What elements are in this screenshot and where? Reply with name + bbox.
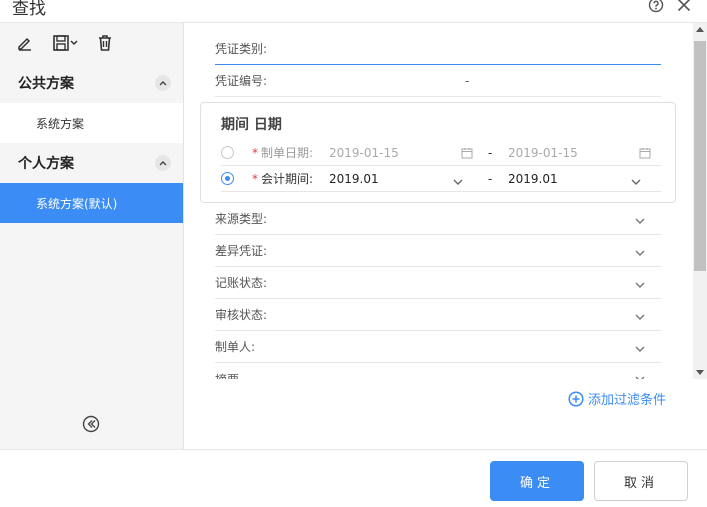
chevron-down-icon[interactable] <box>635 246 645 260</box>
voucher-type-label: 凭证类别: <box>215 42 268 56</box>
add-filter-label: 添加过滤条件 <box>588 393 667 408</box>
close-icon[interactable] <box>675 0 693 14</box>
chevron-down-icon[interactable] <box>453 175 463 189</box>
scheme-item-personal-default[interactable]: 系统方案(默认) <box>0 183 183 223</box>
ok-button[interactable]: 确定 <box>490 461 584 501</box>
add-circle-icon <box>568 390 584 407</box>
save-icon[interactable] <box>52 34 78 52</box>
date-range-row: * 制单日期: 2019-01-15 - 2019-01-15 <box>221 140 661 166</box>
help-icon[interactable] <box>647 0 665 14</box>
filter-panel: 凭证类别: 凭证编号: - 期间 日期 * 制单日期: 2019-01-15 -… <box>185 23 693 449</box>
summary-field[interactable]: 摘要 <box>215 367 661 379</box>
post-status-label: 记账状态: <box>215 276 268 290</box>
voucher-no-label: 凭证编号: <box>215 74 268 88</box>
date-radio[interactable] <box>221 146 234 159</box>
scheme-toolbar <box>0 23 183 63</box>
audit-status-label: 审核状态: <box>215 308 268 322</box>
diff-voucher-label: 差异凭证: <box>215 244 268 258</box>
chevron-down-icon[interactable] <box>635 214 645 228</box>
summary-label: 摘要 <box>215 367 239 379</box>
add-filter-link[interactable]: 添加过滤条件 <box>568 389 666 408</box>
period-date-box: 期间 日期 * 制单日期: 2019-01-15 - 2019-01-15 * … <box>200 102 676 203</box>
collapse-sidebar-icon[interactable] <box>82 415 100 433</box>
footer-divider <box>0 449 707 450</box>
required-mark: * <box>252 171 258 186</box>
calendar-icon[interactable] <box>461 147 473 162</box>
scheme-item-label: 系统方案 <box>36 116 85 131</box>
date-label: 制单日期: <box>261 146 314 160</box>
scroll-up-arrow[interactable] <box>696 27 704 32</box>
maker-field[interactable]: 制单人: <box>215 331 661 363</box>
delete-icon[interactable] <box>96 34 114 52</box>
date-separator: - <box>488 145 493 160</box>
scroll-down-arrow[interactable] <box>696 370 704 375</box>
period-radio[interactable] <box>221 172 234 185</box>
filter-scrollbar[interactable] <box>693 23 707 379</box>
scheme-item-public-system[interactable]: 系统方案 <box>0 103 183 143</box>
period-separator: - <box>488 171 493 186</box>
date-to-input[interactable]: 2019-01-15 <box>508 146 578 160</box>
title-icons <box>647 0 693 14</box>
source-type-field[interactable]: 来源类型: <box>215 203 661 235</box>
chevron-down-icon[interactable] <box>635 310 645 324</box>
required-mark: * <box>252 145 258 160</box>
chevron-down-icon[interactable] <box>635 278 645 292</box>
period-label: 会计期间: <box>261 172 314 186</box>
chevron-down-icon[interactable] <box>635 342 645 356</box>
source-type-label: 来源类型: <box>215 212 268 226</box>
chevron-down-icon[interactable] <box>635 372 645 379</box>
chevron-up-icon[interactable] <box>155 75 171 91</box>
chevron-up-icon[interactable] <box>155 155 171 171</box>
period-to-select[interactable]: 2019.01 <box>508 172 558 186</box>
audit-status-field[interactable]: 审核状态: <box>215 299 661 331</box>
personal-scheme-group[interactable]: 个人方案 <box>0 143 183 183</box>
period-from-select[interactable]: 2019.01 <box>329 172 379 186</box>
voucher-type-field[interactable]: 凭证类别: <box>215 33 661 65</box>
maker-label: 制单人: <box>215 340 256 354</box>
scheme-sidebar: 公共方案 系统方案 个人方案 系统方案(默认) <box>0 23 184 449</box>
find-dialog: 查找 公共方案 系统方案 个人方案 系统方案(默认) 凭证类别: 凭证编号: -… <box>0 0 707 507</box>
period-range-row: * 会计期间: 2019.01 - 2019.01 <box>221 166 661 192</box>
diff-voucher-field[interactable]: 差异凭证: <box>215 235 661 267</box>
personal-scheme-label: 个人方案 <box>18 156 74 172</box>
scroll-thumb[interactable] <box>694 41 706 271</box>
edit-icon[interactable] <box>16 34 34 52</box>
dialog-title: 查找 <box>12 0 46 19</box>
voucher-no-field[interactable]: 凭证编号: - <box>215 65 661 97</box>
cancel-button[interactable]: 取消 <box>594 461 688 501</box>
period-title: 期间 日期 <box>221 117 282 133</box>
voucher-no-separator: - <box>465 73 470 88</box>
public-scheme-label: 公共方案 <box>18 76 74 92</box>
calendar-icon[interactable] <box>639 147 651 162</box>
public-scheme-group[interactable]: 公共方案 <box>0 63 183 103</box>
scheme-item-label: 系统方案(默认) <box>36 196 118 211</box>
date-from-input[interactable]: 2019-01-15 <box>329 146 399 160</box>
chevron-down-icon[interactable] <box>631 175 641 189</box>
post-status-field[interactable]: 记账状态: <box>215 267 661 299</box>
